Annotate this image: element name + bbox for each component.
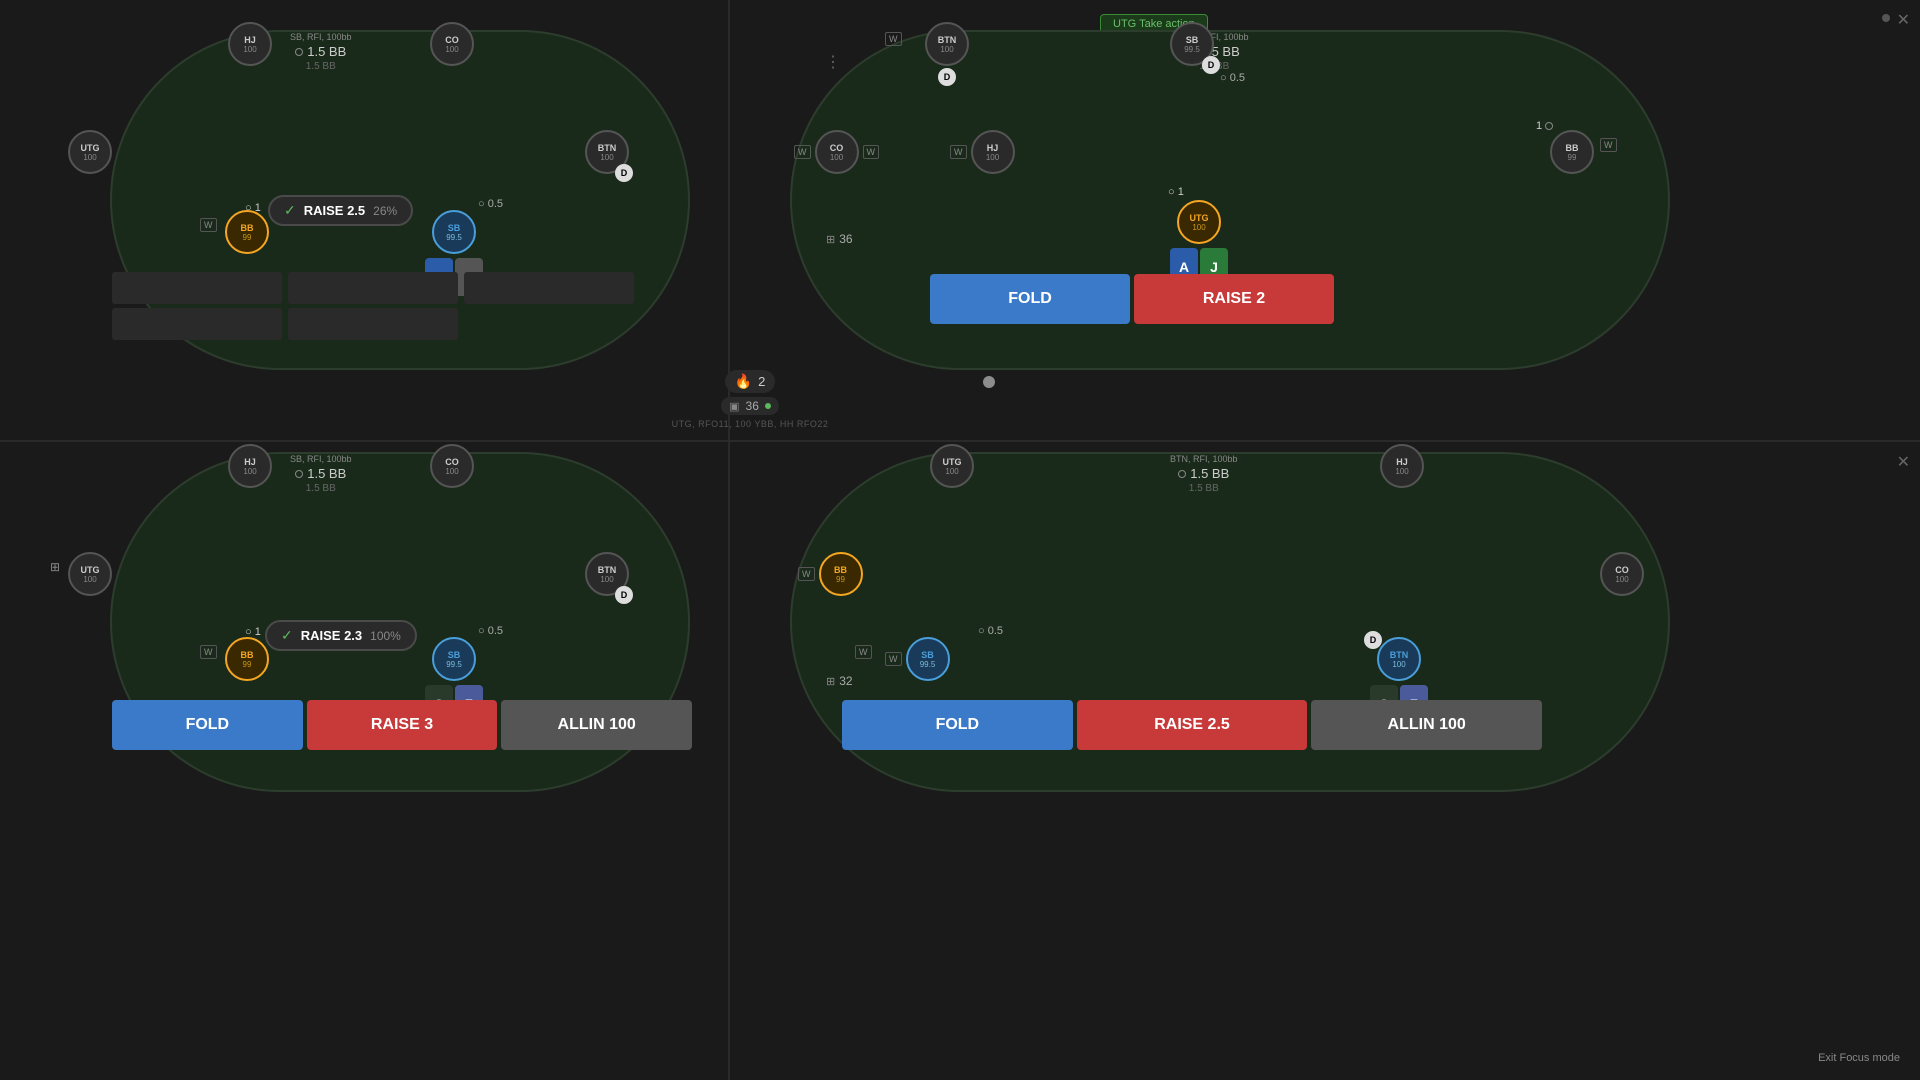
scenario-info-tl: SB, RFI, 100bb 1.5 BB 1.5 BB (290, 32, 352, 72)
raise-indicator-tl: ✓ RAISE 2.5 26% (268, 195, 413, 226)
player-btn-tr: BTN 100 D (925, 22, 969, 86)
quadrant-top-right: UTG Take action ⋮ UTG, RFI, 100bb 1.5 BB… (730, 0, 1920, 440)
bb-value-tl: 1.5 BB (307, 44, 346, 59)
allin100-button-bl[interactable]: ALLIN 100 (501, 700, 692, 750)
scenario-info-br: BTN, RFI, 100bb 1.5 BB 1.5 BB (1170, 454, 1238, 494)
pot-fire-value: 2 (758, 374, 765, 389)
scenario-label-tl: SB, RFI, 100bb (290, 32, 352, 42)
pot-br: ○ 0.5 (978, 625, 1003, 637)
close-icon-tr[interactable]: ✕ (1897, 10, 1910, 30)
player-utg-tl: UTG 100 (68, 130, 112, 174)
player-co-br: CO 100 (1600, 552, 1644, 596)
allin100-button-br[interactable]: ALLIN 100 (1311, 700, 1542, 750)
player-sb-br: W SB 99.5 (885, 637, 950, 681)
num1-utg-tr: ○ 1 (1168, 186, 1184, 198)
raise-label-tl: RAISE 2.5 (304, 203, 365, 218)
raise-pct-bl: 100% (370, 629, 401, 643)
dot-tr (1882, 14, 1890, 22)
close-icon-br[interactable]: ✕ (1897, 452, 1910, 472)
center-area: 🔥 2 ▣ 36 UTG, RFO11, 100 YBB, HH RFO22 (650, 370, 850, 450)
quadrant-top-left: SB, RFI, 100bb 1.5 BB 1.5 BB UTG 100 HJ … (0, 0, 728, 440)
pot-chip-value: 36 (746, 399, 759, 413)
hand-blocks-tl (112, 272, 634, 340)
fold-button-tr[interactable]: FOLD (930, 274, 1130, 324)
player-utg-bl: UTG 100 (68, 552, 112, 596)
w-badge-bb-bl: W (200, 645, 217, 659)
w-badge-bb-tl: W (200, 218, 217, 232)
quadrant-bottom-left: SB, RFI, 100bb 1.5 BB 1.5 BB HJ 100 CO 1… (0, 442, 728, 1080)
scenario-info-bl: SB, RFI, 100bb 1.5 BB 1.5 BB (290, 454, 352, 494)
dealer-btn-br: D (1364, 631, 1382, 649)
bb-info-tl: 1.5 BB (295, 44, 346, 59)
player-co-tr: W CO 100 W (794, 130, 879, 174)
info-text-center: UTG, RFO11, 100 YBB, HH RFO22 (672, 419, 829, 429)
count-32-br: ⊞ 32 (826, 674, 853, 688)
raise-pct-tl: 26% (373, 204, 397, 218)
player-sb-tr: SB 99.5 D (1170, 22, 1214, 66)
num1-tr: 1 (1536, 120, 1553, 132)
pot-fire-indicator: 🔥 2 (725, 370, 776, 393)
player-btn-bl: BTN 100 D (585, 552, 629, 596)
exit-focus-label[interactable]: Exit Focus mode (1818, 1052, 1900, 1064)
player-hj-br: HJ 100 (1380, 444, 1424, 488)
circle-icon-tl (295, 48, 303, 56)
raise3-button-bl[interactable]: RAISE 3 (307, 700, 498, 750)
w-badge-tr: W (885, 32, 902, 46)
player-bb-br: W BB 99 (798, 552, 863, 596)
player-bb-bl: BB 99 (225, 637, 269, 681)
pot-sb-tr: ○ 0.5 (1220, 72, 1245, 84)
player-hj-bl: HJ 100 (228, 444, 272, 488)
grid-icon-bl: ⊞ (50, 560, 60, 574)
player-btn-tl: BTN 100 D (585, 130, 629, 174)
fold-button-bl[interactable]: FOLD (112, 700, 303, 750)
action-buttons-tr: FOLD RAISE 2 (930, 274, 1334, 324)
pot-chip-indicator: ▣ 36 (721, 397, 779, 415)
player-bb-tr: BB 99 (1550, 130, 1594, 174)
action-buttons-bl: FOLD RAISE 3 ALLIN 100 (112, 700, 692, 750)
raise-label-bl: RAISE 2.3 (301, 628, 362, 643)
more-dots-tr[interactable]: ⋮ (825, 52, 841, 72)
raise2-button-tr[interactable]: RAISE 2 (1134, 274, 1334, 324)
action-buttons-br: FOLD RAISE 2.5 ALLIN 100 (842, 700, 1542, 750)
count-36-tr: ⊞ 36 (826, 232, 853, 246)
w-badge-bb-tr: W (1600, 138, 1617, 152)
num1-tl: ○ 1 (245, 202, 261, 214)
player-hj-tl: HJ 100 (228, 22, 272, 66)
pot-sb-tl: ○ 0.5 (478, 198, 503, 210)
player-chip-utg-tl: UTG 100 (68, 130, 112, 174)
num1-bl: ○ 1 (245, 626, 261, 638)
dealer-btn-tl: D (615, 164, 633, 182)
w-sb-br: W (855, 645, 872, 659)
green-dot-center (765, 403, 771, 409)
raise-indicator-bl: ✓ RAISE 2.3 100% (265, 620, 417, 651)
bb-sub-tl: 1.5 BB (306, 61, 336, 72)
fold-button-br[interactable]: FOLD (842, 700, 1073, 750)
player-co-tl: CO 100 (430, 22, 474, 66)
player-utg-br: UTG 100 (930, 444, 974, 488)
quadrant-bottom-right: BTN, RFI, 100bb 1.5 BB 1.5 BB UTG 100 HJ… (730, 442, 1920, 1080)
player-co-bl: CO 100 (430, 444, 474, 488)
player-hj-tr: W HJ 100 (950, 130, 1015, 174)
pot-bl: ○ 0.5 (478, 625, 503, 637)
raise25-button-br[interactable]: RAISE 2.5 (1077, 700, 1308, 750)
player-bb-tl: BB 99 (225, 210, 269, 254)
